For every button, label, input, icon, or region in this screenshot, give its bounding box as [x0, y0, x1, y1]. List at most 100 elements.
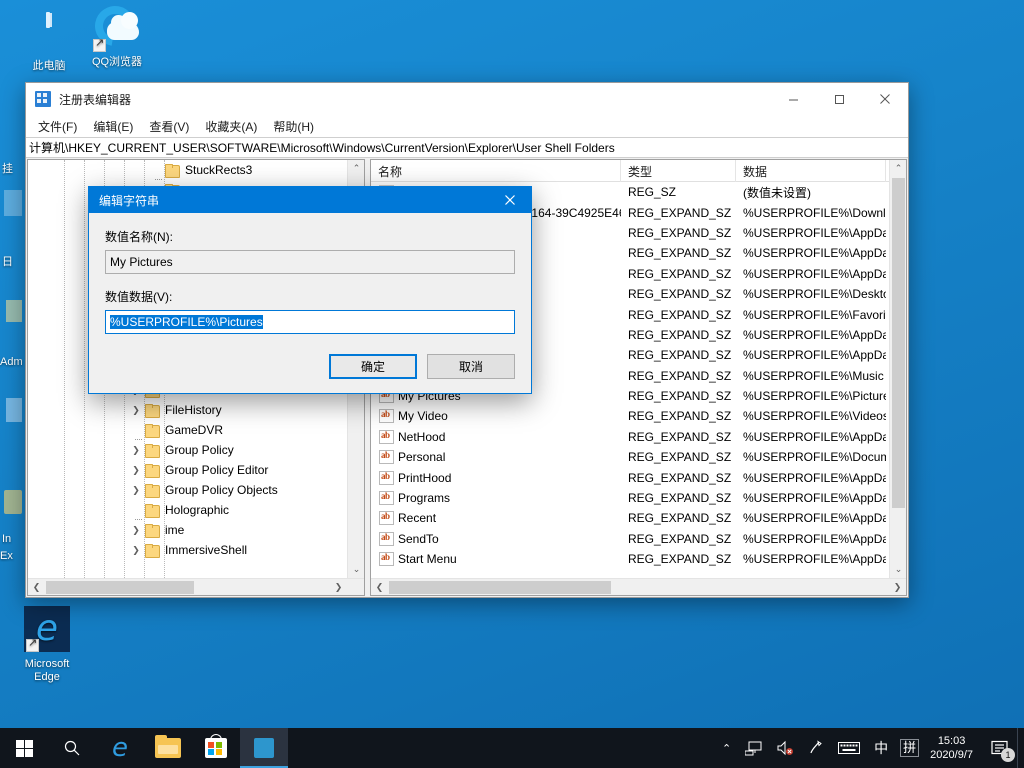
value-name-cell: abPrograms	[371, 491, 621, 505]
search-icon	[63, 739, 81, 757]
close-button[interactable]	[862, 84, 908, 115]
this-pc-icon	[10, 8, 88, 58]
desktop-icon-qq-browser[interactable]: QQ浏览器	[78, 4, 156, 69]
value-row[interactable]: abStart MenuREG_EXPAND_SZ%USERPROFILE%\A…	[371, 549, 889, 569]
menu-favorites[interactable]: 收藏夹(A)	[197, 116, 265, 137]
value-row[interactable]: abPersonalREG_EXPAND_SZ%USERPROFILE%\Doc…	[371, 447, 889, 467]
microsoft-store-icon	[205, 738, 227, 758]
ok-button[interactable]: 确定	[329, 354, 417, 379]
value-data-cell: %USERPROFILE%\AppDa	[736, 430, 886, 444]
partial-desktop-icon-glyph	[6, 300, 22, 322]
minimize-button[interactable]	[770, 84, 816, 115]
desktop-icon-this-pc[interactable]: 此电脑	[10, 8, 88, 73]
taskbar-file-explorer-button[interactable]	[144, 728, 192, 768]
value-type-cell: REG_EXPAND_SZ	[621, 532, 736, 546]
cancel-button[interactable]: 取消	[427, 354, 515, 379]
value-type-cell: REG_EXPAND_SZ	[621, 430, 736, 444]
desktop-icon-microsoft-edge[interactable]: e Microsoft Edge	[8, 606, 86, 684]
taskbar-edge-button[interactable]: e	[96, 728, 144, 768]
system-tray[interactable]: ⌃ 中 拼 15:03 2020/9/7 1	[715, 728, 1024, 768]
chevron-right-icon[interactable]: ❯	[128, 480, 144, 500]
tree-item[interactable]: GameDVR	[28, 420, 347, 440]
tree-item[interactable]: ❯Group Policy	[28, 440, 347, 460]
list-scroll-thumb[interactable]	[892, 178, 905, 508]
chevron-up-icon[interactable]: ⌃	[715, 728, 738, 768]
value-type-cell: REG_EXPAND_SZ	[621, 287, 736, 301]
tree-item[interactable]: ❯Group Policy Editor	[28, 460, 347, 480]
windows-logo-icon	[16, 740, 33, 757]
menu-edit[interactable]: 编辑(E)	[85, 116, 141, 137]
show-desktop-button[interactable]	[1017, 728, 1024, 768]
scroll-right-icon[interactable]: ❯	[330, 579, 347, 596]
menu-file[interactable]: 文件(F)	[30, 116, 85, 137]
ime-mode-chinese[interactable]: 中	[867, 728, 895, 768]
folder-icon	[144, 484, 160, 497]
list-hscroll-thumb[interactable]	[389, 581, 611, 594]
scroll-right-icon[interactable]: ❯	[889, 579, 906, 596]
column-data[interactable]: 数据	[736, 160, 886, 182]
value-name-input[interactable]: My Pictures	[105, 250, 515, 274]
value-row[interactable]: abMy VideoREG_EXPAND_SZ%USERPROFILE%\Vid…	[371, 406, 889, 426]
value-row[interactable]: abNetHoodREG_EXPAND_SZ%USERPROFILE%\AppD…	[371, 427, 889, 447]
tree-item[interactable]: StuckRects3	[28, 160, 347, 180]
chevron-right-icon[interactable]: ❯	[128, 440, 144, 460]
clock-date: 2020/9/7	[930, 748, 973, 762]
menubar[interactable]: 文件(F) 编辑(E) 查看(V) 收藏夹(A) 帮助(H)	[26, 115, 908, 137]
chevron-right-icon[interactable]: ❯	[128, 540, 144, 560]
list-vertical-scrollbar[interactable]: ⌃ ⌄	[889, 160, 906, 578]
value-row[interactable]: abProgramsREG_EXPAND_SZ%USERPROFILE%\App…	[371, 488, 889, 508]
taskbar[interactable]: e ⌃ 中 拼 15	[0, 728, 1024, 768]
network-icon[interactable]	[738, 728, 769, 768]
value-type-cell: REG_EXPAND_SZ	[621, 471, 736, 485]
scroll-left-icon[interactable]: ❮	[371, 579, 388, 596]
address-bar[interactable]: 计算机\HKEY_CURRENT_USER\SOFTWARE\Microsoft…	[26, 137, 908, 158]
volume-muted-icon[interactable]	[769, 728, 801, 768]
value-data-cell: %USERPROFILE%\Downl	[736, 206, 886, 220]
edit-string-dialog[interactable]: 编辑字符串 数值名称(N): My Pictures 数值数据(V): %USE…	[88, 186, 532, 394]
tree-item[interactable]: ❯ImmersiveShell	[28, 540, 347, 560]
value-data-cell: %USERPROFILE%\AppDa	[736, 471, 886, 485]
value-row[interactable]: abSendToREG_EXPAND_SZ%USERPROFILE%\AppDa	[371, 529, 889, 549]
chevron-right-icon[interactable]: ❯	[128, 460, 144, 480]
scroll-down-icon[interactable]: ⌄	[348, 561, 365, 578]
tree-item[interactable]: ❯FileHistory	[28, 400, 347, 420]
window-titlebar[interactable]: 注册表编辑器	[26, 83, 908, 115]
tree-item[interactable]: ❯Group Policy Objects	[28, 480, 347, 500]
taskbar-store-button[interactable]	[192, 728, 240, 768]
column-type[interactable]: 类型	[621, 160, 736, 182]
list-horizontal-scrollbar[interactable]: ❮ ❯	[371, 578, 906, 595]
tree-item[interactable]: Holographic	[28, 500, 347, 520]
tree-horizontal-scrollbar[interactable]: ❮ ❯	[28, 578, 364, 595]
scroll-left-icon[interactable]: ❮	[28, 579, 45, 596]
chevron-right-icon[interactable]: ❯	[128, 400, 144, 420]
scroll-up-icon[interactable]: ⌃	[890, 160, 907, 177]
ime-pinyin-icon[interactable]: 拼	[900, 739, 919, 757]
chevron-right-icon[interactable]: ❯	[128, 520, 144, 540]
keyboard-icon[interactable]	[831, 728, 867, 768]
dialog-close-button[interactable]	[489, 187, 531, 213]
notification-center-button[interactable]: 1	[983, 728, 1017, 768]
taskbar-clock[interactable]: 15:03 2020/9/7	[924, 734, 983, 762]
menu-help[interactable]: 帮助(H)	[265, 116, 322, 137]
value-data-cell: %USERPROFILE%\AppDa	[736, 552, 886, 566]
maximize-button[interactable]	[816, 84, 862, 115]
column-name[interactable]: 名称	[371, 160, 621, 182]
scroll-down-icon[interactable]: ⌄	[890, 561, 907, 578]
pen-icon[interactable]	[801, 728, 831, 768]
menu-view[interactable]: 查看(V)	[141, 116, 197, 137]
dialog-titlebar[interactable]: 编辑字符串	[89, 187, 531, 213]
desktop-icon-label: 此电脑	[10, 60, 88, 73]
value-type-cell: REG_EXPAND_SZ	[621, 328, 736, 342]
tree-hscroll-thumb[interactable]	[46, 581, 194, 594]
value-data-input[interactable]: %USERPROFILE%\Pictures	[105, 310, 515, 334]
search-button[interactable]	[48, 728, 96, 768]
window-title: 注册表编辑器	[59, 91, 770, 108]
list-header[interactable]: 名称类型数据	[371, 160, 889, 182]
value-row[interactable]: abPrintHoodREG_EXPAND_SZ%USERPROFILE%\Ap…	[371, 467, 889, 487]
scroll-up-icon[interactable]: ⌃	[348, 160, 365, 177]
value-row[interactable]: abRecentREG_EXPAND_SZ%USERPROFILE%\AppDa	[371, 508, 889, 528]
value-data-cell: %USERPROFILE%\AppDa	[736, 348, 886, 362]
start-button[interactable]	[0, 728, 48, 768]
tree-item[interactable]: ❯ime	[28, 520, 347, 540]
taskbar-regedit-button[interactable]	[240, 728, 288, 768]
